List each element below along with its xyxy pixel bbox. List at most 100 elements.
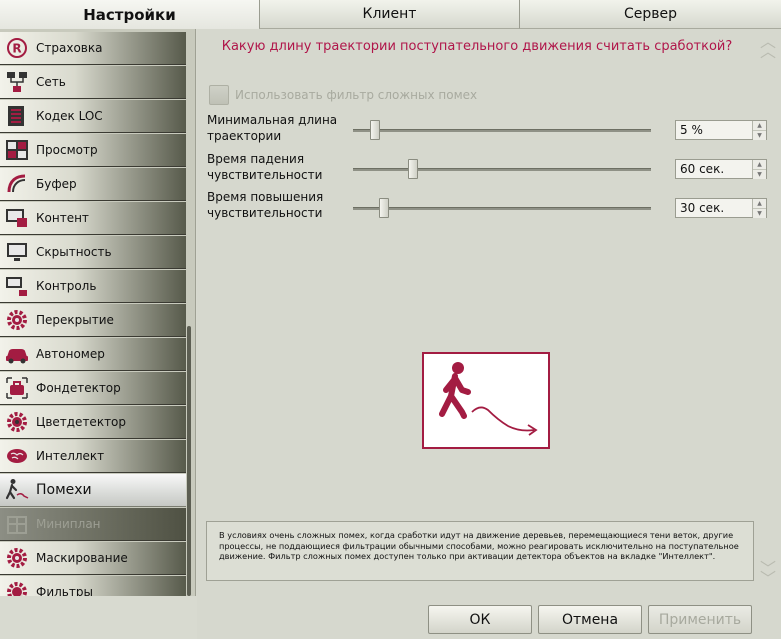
rise-time-value[interactable]: 30 сек. [676, 201, 752, 215]
filter-gear-icon [4, 579, 30, 596]
sidebar-item-intellect[interactable]: Интеллект [0, 440, 186, 473]
spin-buttons: ▲ ▼ [752, 199, 766, 218]
sidebar-item-stealth[interactable]: Скрытность [0, 236, 186, 269]
fall-time-label: Время падения чувствительности [207, 151, 347, 183]
tab-client[interactable]: Клиент [259, 0, 519, 29]
codec-icon [4, 103, 30, 129]
min-length-spinbox[interactable]: 5 % ▲ ▼ [675, 120, 767, 140]
sidebar-item-label: Помехи [36, 482, 92, 498]
sidebar-item-label: Маскирование [36, 551, 128, 565]
color-gear-icon [4, 409, 30, 435]
tab-server[interactable]: Сервер [519, 0, 781, 29]
bag-detector-icon [4, 375, 30, 401]
apply-button[interactable]: Применить [648, 605, 752, 634]
sidebar-item-content[interactable]: Контент [0, 202, 186, 235]
sidebar-item-label: Интеллект [36, 449, 105, 463]
sidebar-scrollbar[interactable] [187, 326, 191, 596]
sidebar-item-masking[interactable]: Маскирование [0, 542, 186, 575]
view-grid-icon [4, 137, 30, 163]
spin-down-icon[interactable]: ▼ [753, 170, 766, 179]
sidebar-item-network[interactable]: Сеть [0, 66, 186, 99]
miniplan-icon [4, 511, 30, 537]
brain-icon [4, 443, 30, 469]
monitor-control-icon [4, 273, 30, 299]
sidebar-item-label: Страховка [36, 41, 103, 55]
sidebar-item-miniplan[interactable]: Миниплан [0, 508, 186, 541]
hint-text: В условиях очень сложных помех, когда ср… [206, 521, 754, 581]
sidebar-item-label: Скрытность [36, 245, 112, 259]
min-length-slider[interactable] [353, 129, 651, 132]
svg-text:R: R [12, 42, 21, 56]
ok-button[interactable]: ОК [428, 605, 532, 634]
sidebar-item-insurance[interactable]: R Страховка [0, 32, 186, 65]
spin-up-icon[interactable]: ▲ [753, 121, 766, 131]
fall-time-slider-thumb[interactable] [407, 159, 418, 179]
tab-settings[interactable]: Настройки [0, 0, 259, 29]
min-length-value[interactable]: 5 % [676, 123, 752, 137]
complex-filter-label: Использовать фильтр сложных помех [235, 88, 478, 102]
spin-down-icon[interactable]: ▼ [753, 209, 766, 218]
sidebar-item-label: Миниплан [36, 517, 101, 531]
network-icon [4, 69, 30, 95]
sidebar-item-label: Перекрытие [36, 313, 114, 327]
registered-icon: R [4, 35, 30, 61]
sidebar-item-interference[interactable]: Помехи [0, 474, 186, 507]
settings-panel: Какую длину траектории поступательного д… [197, 29, 781, 596]
car-icon [4, 341, 30, 367]
complex-filter-checkbox[interactable] [209, 85, 229, 105]
min-length-label: Минимальная длина траектории [207, 112, 347, 144]
min-length-slider-thumb[interactable] [370, 120, 381, 140]
sidebar-item-label: Контроль [36, 279, 97, 293]
gear-icon [4, 307, 30, 333]
scroll-up-icon[interactable]: ︿ ︿ [759, 34, 777, 60]
question-heading: Какую длину траектории поступательного д… [221, 39, 733, 54]
label-line: траектории [207, 129, 282, 143]
sidebar-item-buffer[interactable]: Буфер [0, 168, 186, 201]
sidebar-item-label: Буфер [36, 177, 77, 191]
walking-person-icon [4, 477, 30, 503]
label-line: Время падения [207, 152, 305, 166]
sidebar-item-label: Автономер [36, 347, 105, 361]
rise-time-slider-thumb[interactable] [378, 198, 389, 218]
fall-time-slider[interactable] [353, 168, 651, 171]
sidebar-item-filters[interactable]: Фильтры [0, 576, 186, 596]
sidebar-item-label: Контент [36, 211, 89, 225]
scroll-down-icon[interactable]: ﹀ ﹀ [759, 561, 777, 587]
sidebar-item-codec[interactable]: Кодек LOC [0, 100, 186, 133]
buffer-icon [4, 171, 30, 197]
rise-time-label: Время повышения чувствительности [207, 189, 347, 221]
sidebar-item-autonumber[interactable]: Автономер [0, 338, 186, 371]
mask-gear-icon [4, 545, 30, 571]
walking-trajectory-icon [439, 362, 538, 436]
fall-time-value[interactable]: 60 сек. [676, 162, 752, 176]
label-line: чувствительности [207, 168, 323, 182]
sidebar-item-label: Кодек LOC [36, 109, 103, 123]
spin-buttons: ▲ ▼ [752, 121, 766, 140]
sidebar-item-control[interactable]: Контроль [0, 270, 186, 303]
sidebar-item-label: Цветдетектор [36, 415, 127, 429]
sidebar-item-label: Просмотр [36, 143, 98, 157]
label-line: Минимальная длина [207, 113, 338, 127]
monitor-icon [4, 239, 30, 265]
spin-buttons: ▲ ▼ [752, 160, 766, 179]
rise-time-spinbox[interactable]: 30 сек. ▲ ▼ [675, 198, 767, 218]
trajectory-illustration [422, 352, 550, 449]
sidebar-item-overlap[interactable]: Перекрытие [0, 304, 186, 337]
label-line: Время повышения [207, 190, 324, 204]
sidebar: R Страховка Сеть Кодек LOC Просмотр Буфе… [0, 29, 196, 596]
label-line: чувствительности [207, 206, 323, 220]
monitor-content-icon [4, 205, 30, 231]
spin-up-icon[interactable]: ▲ [753, 160, 766, 170]
sidebar-item-label: Фондетектор [36, 381, 121, 395]
sidebar-item-label: Фильтры [36, 585, 93, 596]
spin-down-icon[interactable]: ▼ [753, 131, 766, 140]
sidebar-item-view[interactable]: Просмотр [0, 134, 186, 167]
cancel-button[interactable]: Отмена [538, 605, 642, 634]
spin-up-icon[interactable]: ▲ [753, 199, 766, 209]
sidebar-item-bg-detector[interactable]: Фондетектор [0, 372, 186, 405]
rise-time-slider[interactable] [353, 207, 651, 210]
sidebar-item-color-detector[interactable]: Цветдетектор [0, 406, 186, 439]
fall-time-spinbox[interactable]: 60 сек. ▲ ▼ [675, 159, 767, 179]
sidebar-item-label: Сеть [36, 75, 66, 89]
complex-filter-row: Использовать фильтр сложных помех [209, 85, 477, 105]
